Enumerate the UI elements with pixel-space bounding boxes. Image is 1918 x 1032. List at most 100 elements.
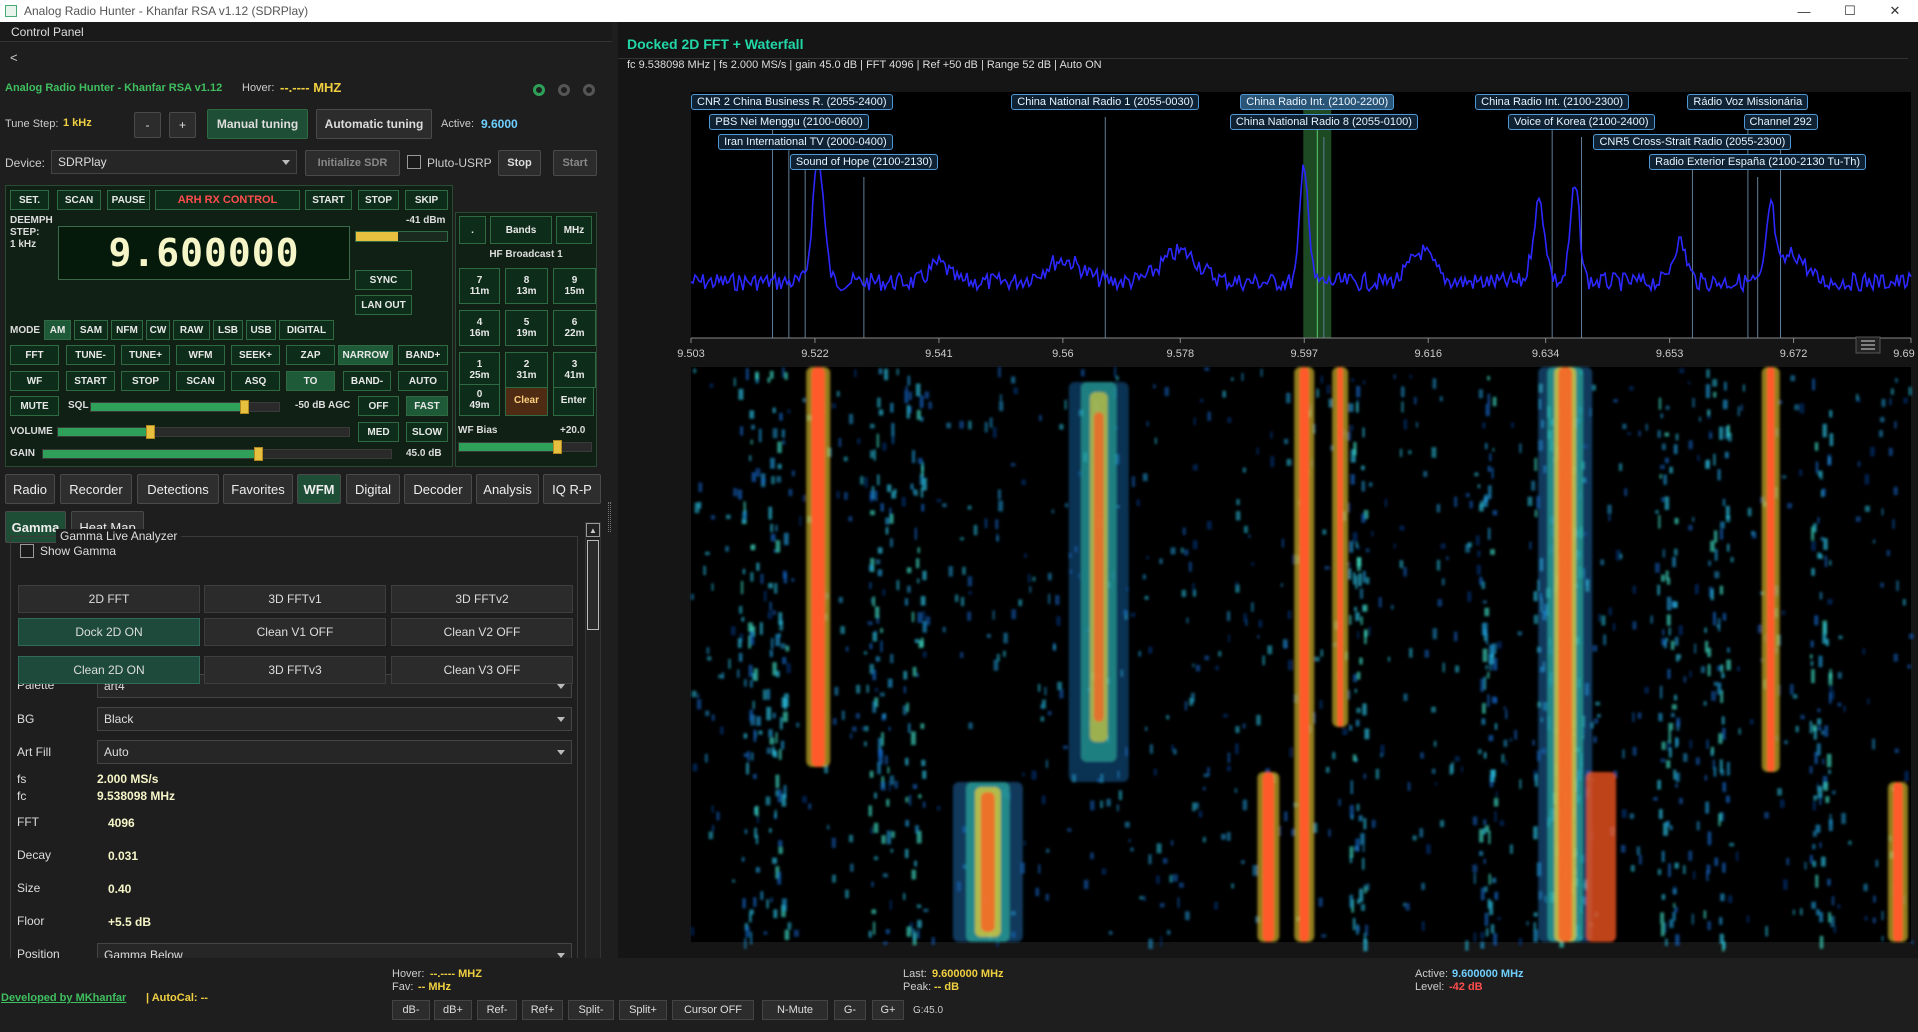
keypad-key-9[interactable]: 9 15m: [553, 268, 596, 304]
ref-minus-button[interactable]: Ref-: [477, 1000, 517, 1020]
gamma-btn-clean-2d-on[interactable]: Clean 2D ON: [18, 656, 200, 684]
tab-iq-rp[interactable]: IQ R-P: [543, 474, 601, 504]
bg-select[interactable]: Black: [97, 707, 572, 731]
g-plus-button[interactable]: G+: [872, 1000, 904, 1020]
volume-slider-thumb[interactable]: [146, 425, 155, 439]
mode-nfm-button[interactable]: NFM: [111, 320, 143, 340]
skip-button[interactable]: SKIP: [405, 190, 448, 210]
gamma-btn-clean-v2-off[interactable]: Clean V2 OFF: [391, 618, 573, 646]
show-gamma-checkbox[interactable]: [20, 544, 34, 558]
volume-slider[interactable]: [57, 425, 350, 439]
agc-slow-button[interactable]: SLOW: [406, 422, 448, 442]
wf-bias-slider-thumb[interactable]: [553, 440, 562, 454]
auto-button[interactable]: AUTO: [398, 371, 448, 391]
station-label[interactable]: China National Radio 8 (2055-0100): [1229, 114, 1418, 130]
scan-button-top[interactable]: SCAN: [57, 190, 101, 210]
pause-button[interactable]: PAUSE: [107, 190, 150, 210]
tune-step-minus-button[interactable]: -: [134, 112, 161, 138]
close-button[interactable]: ✕: [1872, 0, 1918, 22]
zap-button[interactable]: ZAP: [286, 345, 335, 365]
back-button[interactable]: <: [10, 50, 18, 65]
tab-recorder[interactable]: Recorder: [60, 474, 132, 504]
cursor-off-button[interactable]: Cursor OFF: [672, 1000, 754, 1020]
g-minus-button[interactable]: G-: [834, 1000, 866, 1020]
gamma-btn-3d-fftv3[interactable]: 3D FFTv3: [204, 656, 386, 684]
gain-slider-thumb[interactable]: [254, 447, 263, 461]
asq-button[interactable]: ASQ: [231, 371, 280, 391]
gamma-btn-clean-v1-off[interactable]: Clean V1 OFF: [204, 618, 386, 646]
scan-button[interactable]: SCAN: [176, 371, 225, 391]
arh-rx-control-button[interactable]: ARH RX CONTROL: [155, 190, 300, 210]
tab-analysis[interactable]: Analysis: [476, 474, 539, 504]
station-label[interactable]: Channel 292: [1743, 114, 1818, 130]
scrollbar-thumb[interactable]: [587, 540, 599, 630]
pluto-checkbox[interactable]: [407, 155, 421, 169]
initialize-sdr-button[interactable]: Initialize SDR: [305, 150, 400, 176]
keypad-key-3[interactable]: 3 41m: [553, 352, 596, 388]
bands-button[interactable]: Bands: [490, 216, 552, 244]
splitter-handle[interactable]: [608, 502, 611, 532]
seek-plus-button[interactable]: SEEK+: [231, 345, 280, 365]
stop-rx-button[interactable]: STOP: [358, 190, 399, 210]
ref-plus-button[interactable]: Ref+: [522, 1000, 563, 1020]
sql-slider-thumb[interactable]: [240, 400, 249, 414]
mute-button[interactable]: MUTE: [10, 396, 59, 416]
sql-slider[interactable]: [90, 400, 280, 414]
keypad-key-6[interactable]: 6 22m: [553, 310, 596, 346]
gain-slider[interactable]: [42, 447, 392, 461]
agc-fast-button[interactable]: FAST: [406, 396, 448, 416]
keypad-key-4[interactable]: 4 16m: [459, 310, 500, 346]
tune-step-plus-button[interactable]: +: [169, 112, 196, 138]
stop-scan-button[interactable]: STOP: [121, 371, 170, 391]
maximize-button[interactable]: ☐: [1827, 0, 1873, 22]
start-scan-button[interactable]: START: [66, 371, 115, 391]
manual-tuning-button[interactable]: Manual tuning: [207, 109, 308, 139]
sync-button[interactable]: SYNC: [355, 270, 412, 290]
mode-lsb-button[interactable]: LSB: [213, 320, 243, 340]
scroll-up-icon[interactable]: ▲: [586, 523, 600, 537]
tab-wfm[interactable]: WFM: [297, 474, 341, 504]
gamma-btn-2d-fft[interactable]: 2D FFT: [18, 585, 200, 613]
station-label[interactable]: CNR 2 China Business R. (2055-2400): [691, 94, 893, 110]
mode-am-button[interactable]: AM: [44, 320, 71, 340]
tab-decoder[interactable]: Decoder: [404, 474, 472, 504]
wf-button[interactable]: WF: [10, 371, 59, 391]
set-button[interactable]: SET.: [10, 190, 49, 210]
stop-button[interactable]: Stop: [498, 150, 541, 176]
enter-button[interactable]: Enter: [553, 384, 594, 416]
station-label[interactable]: Rádio Voz Missionária: [1687, 94, 1809, 110]
automatic-tuning-button[interactable]: Automatic tuning: [316, 109, 432, 139]
narrow-button[interactable]: NARROW: [338, 345, 393, 365]
split-minus-button[interactable]: Split-: [568, 1000, 614, 1020]
device-select[interactable]: SDRPlay: [51, 150, 297, 174]
keypad-key-7[interactable]: 7 11m: [459, 268, 500, 304]
keypad-key-1[interactable]: 1 25m: [459, 352, 500, 388]
gamma-btn-3d-fftv1[interactable]: 3D FFTv1: [204, 585, 386, 613]
developed-link[interactable]: Developed by MKhanfar: [1, 992, 126, 1004]
keypad-dot-button[interactable]: .: [459, 216, 486, 244]
station-label[interactable]: Sound of Hope (2100-2130): [789, 154, 939, 170]
gamma-btn-clean-v3-off[interactable]: Clean V3 OFF: [391, 656, 573, 684]
lan-out-button[interactable]: LAN OUT: [355, 295, 412, 315]
agc-off-button[interactable]: OFF: [358, 396, 399, 416]
start-rx-button[interactable]: START: [305, 190, 352, 210]
mode-raw-button[interactable]: RAW: [173, 320, 210, 340]
station-label[interactable]: China Radio Int. (2100-2200): [1240, 94, 1395, 110]
split-plus-button[interactable]: Split+: [619, 1000, 667, 1020]
wf-bias-slider[interactable]: [458, 440, 592, 454]
gamma-btn-dock-2d-on[interactable]: Dock 2D ON: [18, 618, 200, 646]
keypad-key-0[interactable]: 0 49m: [459, 384, 500, 416]
keypad-key-5[interactable]: 5 19m: [505, 310, 548, 346]
tab-radio[interactable]: Radio: [5, 474, 55, 504]
wfm-button[interactable]: WFM: [176, 345, 225, 365]
station-label[interactable]: PBS Nei Menggu (2100-0600): [709, 114, 869, 130]
mode-sam-button[interactable]: SAM: [74, 320, 108, 340]
station-label[interactable]: China Radio Int. (2100-2300): [1475, 94, 1630, 110]
mode-digital-button[interactable]: DIGITAL: [279, 320, 334, 340]
agc-med-button[interactable]: MED: [358, 422, 399, 442]
band-plus-button[interactable]: BAND+: [398, 345, 448, 365]
spectrum-waterfall-canvas[interactable]: 9.503 9.522 9.541 9.56 9.578 9.597 9.616 9.634 9…: [618, 82, 1918, 972]
keypad-key-8[interactable]: 8 13m: [505, 268, 548, 304]
mode-usb-button[interactable]: USB: [246, 320, 276, 340]
band-minus-button[interactable]: BAND-: [343, 371, 391, 391]
